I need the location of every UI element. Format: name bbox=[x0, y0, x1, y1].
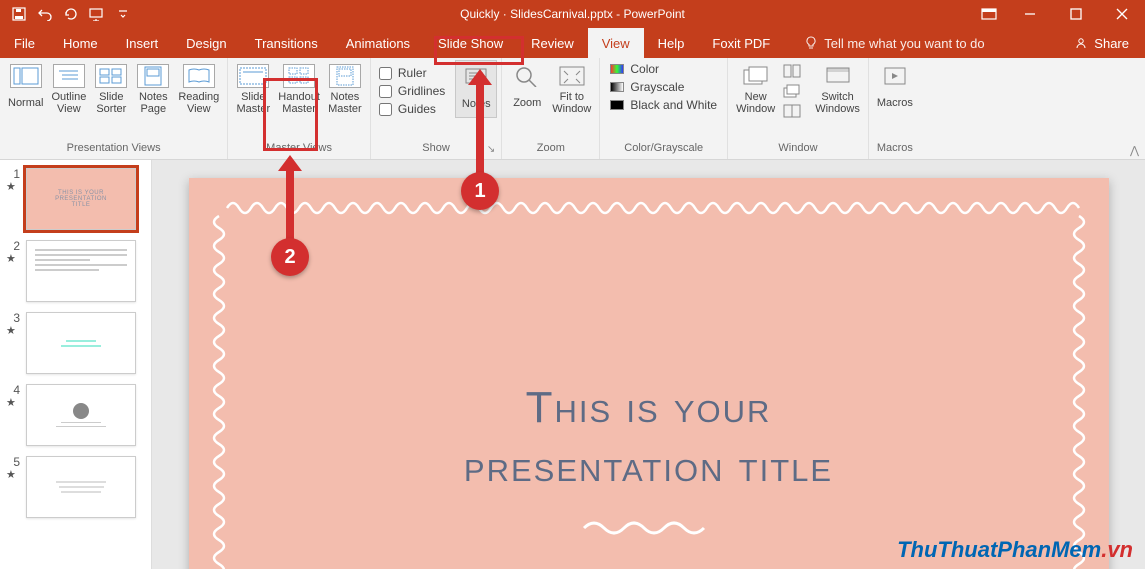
gridlines-checkbox[interactable]: Gridlines bbox=[379, 84, 445, 98]
slide-canvas-area: This is your presentation title bbox=[152, 160, 1145, 569]
thumbnail-4[interactable]: 4★ bbox=[6, 384, 145, 446]
group-label: Presentation Views bbox=[4, 141, 223, 159]
thumbnail-2[interactable]: 2★ bbox=[6, 240, 145, 302]
tab-review[interactable]: Review bbox=[517, 28, 588, 58]
tab-insert[interactable]: Insert bbox=[112, 28, 173, 58]
group-label: Window bbox=[732, 141, 864, 159]
group-master-views: Slide Master Handout Master Notes Master… bbox=[228, 58, 371, 159]
fit-to-window-button[interactable]: Fit to Window bbox=[548, 60, 595, 116]
group-zoom: Zoom Fit to Window Zoom bbox=[502, 58, 600, 159]
annotation-arrow-1-shaft bbox=[476, 82, 484, 174]
arrange-all-icon bbox=[783, 64, 801, 78]
annotation-arrow-1-head bbox=[468, 69, 492, 85]
slide-master-button[interactable]: Slide Master bbox=[232, 60, 274, 116]
group-window: New Window Switch Windows Window bbox=[728, 58, 869, 159]
share-label: Share bbox=[1094, 36, 1129, 51]
start-from-beginning-icon[interactable] bbox=[84, 2, 110, 26]
tab-transitions[interactable]: Transitions bbox=[241, 28, 332, 58]
zoom-button[interactable]: Zoom bbox=[506, 60, 548, 116]
tell-me[interactable]: Tell me what you want to do bbox=[790, 28, 998, 58]
macros-button[interactable]: Macros bbox=[873, 60, 917, 116]
annotation-arrow-2-shaft bbox=[286, 168, 294, 240]
tab-help[interactable]: Help bbox=[644, 28, 699, 58]
dialog-launcher-icon[interactable]: ↘ bbox=[487, 143, 495, 157]
notes-master-button[interactable]: Notes Master bbox=[324, 60, 366, 116]
collapse-ribbon-icon[interactable]: ⋀ bbox=[1130, 144, 1139, 157]
group-label: Color/Grayscale bbox=[604, 141, 723, 159]
switch-windows-button[interactable]: Switch Windows bbox=[811, 60, 864, 116]
notes-page-button[interactable]: Notes Page bbox=[132, 60, 174, 116]
slide[interactable]: This is your presentation title bbox=[189, 178, 1109, 569]
normal-view-button[interactable]: Normal bbox=[4, 60, 47, 116]
tab-home[interactable]: Home bbox=[49, 28, 112, 58]
color-button[interactable]: Color bbox=[610, 62, 717, 76]
annotation-circle-1: 1 bbox=[461, 172, 499, 210]
group-macros: Macros Macros bbox=[869, 58, 921, 159]
group-color-grayscale: Color Grayscale Black and White Color/Gr… bbox=[600, 58, 728, 159]
redo-icon[interactable] bbox=[58, 2, 84, 26]
thumbnail-1[interactable]: 1★ THIS IS YOURPRESENTATION TITLE bbox=[6, 168, 145, 230]
black-and-white-button[interactable]: Black and White bbox=[610, 98, 717, 112]
annotation-circle-2: 2 bbox=[271, 238, 309, 276]
tab-animations[interactable]: Animations bbox=[332, 28, 424, 58]
grayscale-button[interactable]: Grayscale bbox=[610, 80, 717, 94]
tab-design[interactable]: Design bbox=[172, 28, 240, 58]
cascade-icon bbox=[783, 84, 801, 98]
maximize-icon[interactable] bbox=[1053, 0, 1099, 28]
move-split-icon bbox=[783, 104, 801, 118]
cascade-button[interactable] bbox=[783, 84, 801, 98]
title-bar: Quickly · SlidesCarnival.pptx - PowerPoi… bbox=[0, 0, 1145, 28]
slide-sorter-button[interactable]: Slide Sorter bbox=[90, 60, 132, 116]
share-icon bbox=[1074, 36, 1088, 50]
ribbon: Normal Outline View Slide Sorter Notes P… bbox=[0, 58, 1145, 160]
ribbon-tabs: File Home Insert Design Transitions Anim… bbox=[0, 28, 1145, 58]
group-label: Macros bbox=[873, 141, 917, 159]
quick-access-toolbar bbox=[0, 2, 136, 26]
group-label: Zoom bbox=[506, 141, 595, 159]
watermark: ThuThuatPhanMem.vn bbox=[897, 537, 1133, 563]
window-title: Quickly · SlidesCarnival.pptx - PowerPoi… bbox=[460, 7, 685, 21]
tab-foxit-pdf[interactable]: Foxit PDF bbox=[698, 28, 784, 58]
annotation-arrow-2-head bbox=[278, 155, 302, 171]
guides-checkbox[interactable]: Guides bbox=[379, 102, 445, 116]
tab-file[interactable]: File bbox=[0, 28, 49, 58]
thumbnail-3[interactable]: 3★ bbox=[6, 312, 145, 374]
new-window-button[interactable]: New Window bbox=[732, 60, 779, 116]
thumbnail-5[interactable]: 5★ bbox=[6, 456, 145, 518]
arrange-all-button[interactable] bbox=[783, 64, 801, 78]
tab-view[interactable]: View bbox=[588, 28, 644, 58]
close-icon[interactable] bbox=[1099, 0, 1145, 28]
slide-title: This is your presentation title bbox=[464, 378, 833, 497]
handout-master-button[interactable]: Handout Master bbox=[274, 60, 324, 116]
window-controls bbox=[971, 0, 1145, 28]
group-presentation-views: Normal Outline View Slide Sorter Notes P… bbox=[0, 58, 228, 159]
reading-view-button[interactable]: Reading View bbox=[174, 60, 223, 116]
outline-view-button[interactable]: Outline View bbox=[47, 60, 90, 116]
tab-slide-show[interactable]: Slide Show bbox=[424, 28, 517, 58]
minimize-icon[interactable] bbox=[1007, 0, 1053, 28]
move-split-button[interactable] bbox=[783, 104, 801, 118]
ruler-checkbox[interactable]: Ruler bbox=[379, 66, 445, 80]
tell-me-label: Tell me what you want to do bbox=[824, 36, 984, 51]
wave-decoration bbox=[579, 518, 719, 538]
ribbon-display-options-icon[interactable] bbox=[971, 0, 1007, 28]
save-icon[interactable] bbox=[6, 2, 32, 26]
slide-thumbnails-panel: 1★ THIS IS YOURPRESENTATION TITLE 2★ 3★ … bbox=[0, 160, 152, 569]
workspace: 1★ THIS IS YOURPRESENTATION TITLE 2★ 3★ … bbox=[0, 160, 1145, 569]
lightbulb-icon bbox=[804, 36, 818, 50]
qat-customize-icon[interactable] bbox=[110, 2, 136, 26]
share-button[interactable]: Share bbox=[1058, 28, 1145, 58]
undo-icon[interactable] bbox=[32, 2, 58, 26]
